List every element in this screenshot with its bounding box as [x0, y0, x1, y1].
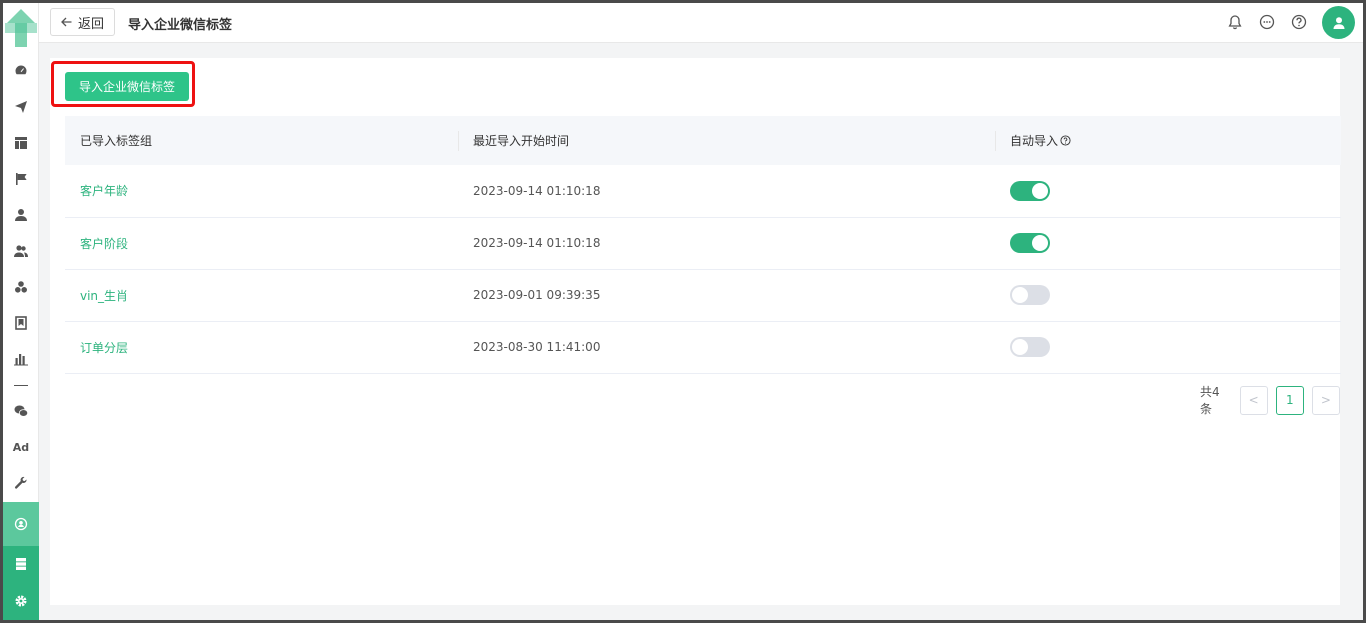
chevron-right-icon: > — [1320, 393, 1331, 407]
segments-icon[interactable] — [3, 270, 39, 304]
auto-import-toggle[interactable] — [1010, 180, 1050, 201]
tag-group-link[interactable]: 客户年龄 — [80, 184, 128, 198]
tag-group-link[interactable]: vin_生肖 — [80, 289, 128, 303]
table-row: vin_生肖 2023-09-01 09:39:35 — [65, 269, 1341, 321]
user-icon[interactable] — [3, 198, 39, 232]
nav-hub-active[interactable] — [3, 502, 39, 546]
help-icon[interactable] — [1291, 14, 1307, 30]
bookmark-icon[interactable] — [3, 306, 39, 340]
main-panel: 导入企业微信标签 已导入标签组 最近导入开始时间 自动导入 客户年龄 2023-… — [50, 58, 1341, 605]
import-time: 2023-09-14 01:10:18 — [473, 183, 601, 198]
prev-page-button[interactable]: < — [1239, 385, 1268, 415]
question-circle-icon[interactable] — [1060, 135, 1071, 146]
app-frame: Ad 返回 导入企业微信标签 导入企业微信标签 已导入标签组 最近导入开始时间 … — [0, 0, 1366, 623]
users-icon[interactable] — [3, 234, 39, 268]
auto-import-toggle[interactable] — [1010, 337, 1050, 357]
chevron-left-icon: < — [1248, 393, 1259, 407]
hub-icon — [3, 507, 39, 541]
ad-label: Ad — [12, 440, 30, 454]
layout-icon[interactable] — [3, 126, 39, 160]
total-count: 共4条 — [1200, 385, 1220, 416]
imported-tags-table: 已导入标签组 最近导入开始时间 自动导入 客户年龄 2023-09-14 01:… — [65, 116, 1341, 374]
logo-icon — [5, 7, 37, 49]
page-number-button[interactable]: 1 — [1275, 385, 1304, 415]
dashboard-icon[interactable] — [3, 54, 39, 88]
user-avatar-icon — [1333, 16, 1344, 29]
arrow-left-icon — [61, 17, 72, 27]
page-title: 导入企业微信标签 — [128, 18, 233, 33]
back-button[interactable]: 返回 — [50, 8, 116, 36]
table-row: 客户阶段 2023-09-14 01:10:18 — [65, 217, 1341, 269]
tag-group-link[interactable]: 客户阶段 — [80, 237, 128, 251]
auto-import-toggle[interactable] — [1010, 233, 1050, 253]
column-header: 最近导入开始时间 — [458, 116, 995, 165]
column-header: 已导入标签组 — [80, 134, 153, 148]
ad-icon[interactable]: Ad — [3, 430, 39, 464]
bell-icon[interactable] — [1227, 14, 1243, 30]
user-avatar[interactable] — [1322, 6, 1355, 39]
back-label: 返回 — [78, 16, 105, 32]
pagination: 共4条 < 1 > — [1200, 385, 1340, 416]
top-header: 返回 导入企业微信标签 — [39, 3, 1363, 43]
import-time: 2023-09-14 01:10:18 — [473, 236, 601, 250]
flag-icon[interactable] — [3, 162, 39, 196]
auto-import-toggle[interactable] — [1010, 285, 1050, 305]
nav-server[interactable] — [3, 546, 39, 582]
column-header: 自动导入 — [995, 116, 1341, 165]
next-page-button[interactable]: > — [1311, 385, 1340, 415]
sidebar: Ad — [3, 3, 39, 620]
table-header-row: 已导入标签组 最近导入开始时间 自动导入 — [65, 116, 1341, 165]
import-time: 2023-09-01 09:39:35 — [473, 288, 601, 302]
wrench-icon[interactable] — [3, 466, 39, 500]
table-row: 订单分层 2023-08-30 11:41:00 — [65, 321, 1341, 373]
wechat-icon[interactable] — [3, 394, 39, 428]
sidebar-divider — [14, 385, 28, 386]
import-wecom-tags-button[interactable]: 导入企业微信标签 — [65, 72, 189, 101]
chat-icon[interactable] — [1259, 14, 1275, 30]
table-row: 客户年龄 2023-09-14 01:10:18 — [65, 165, 1341, 217]
settings-icon — [3, 584, 39, 618]
send-icon[interactable] — [3, 90, 39, 124]
import-time: 2023-08-30 11:41:00 — [473, 340, 601, 354]
server-icon — [3, 547, 39, 581]
bar-chart-icon[interactable] — [3, 342, 39, 376]
nav-settings[interactable] — [3, 582, 39, 620]
tag-group-link[interactable]: 订单分层 — [80, 341, 128, 355]
